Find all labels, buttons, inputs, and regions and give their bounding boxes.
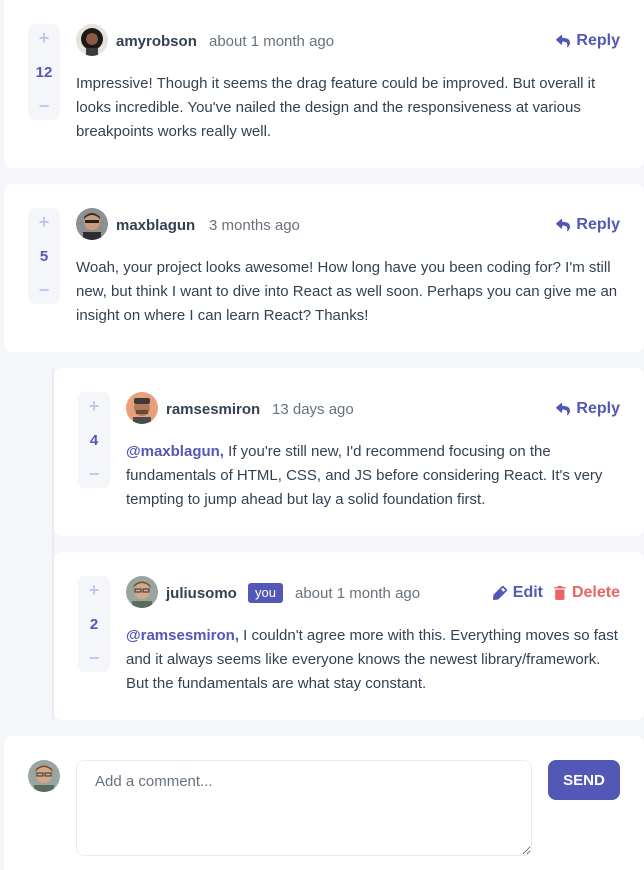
score: 5 [39,247,49,265]
timestamp: about 1 month ago [295,585,421,602]
comment-body: Woah, your project looks awesome! How lo… [76,259,618,324]
reply-label: Reply [576,32,620,49]
delete-label: Delete [571,584,620,601]
mention-link[interactable]: @maxblagun, [126,443,224,460]
reply-button[interactable]: Reply [556,400,620,418]
edit-button[interactable]: Edit [492,584,543,602]
pencil-icon [492,586,507,600]
trash-icon [553,586,566,600]
edit-label: Edit [512,584,543,601]
timestamp: 13 days ago [272,401,354,418]
score: 2 [89,615,99,633]
score: 4 [89,431,99,449]
comment-body: Impressive! Though it seems the drag fea… [76,75,596,140]
timestamp: about 1 month ago [209,33,335,50]
upvote-button[interactable]: + [89,397,100,415]
username[interactable]: ramsesmiron [166,401,260,418]
reply-icon [556,218,571,231]
comment-input[interactable] [76,760,532,856]
timestamp: 3 months ago [209,217,300,234]
reply-button[interactable]: Reply [556,216,620,234]
mention-link[interactable]: @ramsesmiron, [126,627,239,644]
reply-button[interactable]: Reply [556,32,620,50]
comment-composer: SEND [4,736,644,870]
send-button[interactable]: SEND [548,760,620,800]
current-user-avatar [28,760,60,792]
score: 12 [35,63,53,81]
username[interactable]: maxblagun [116,217,195,234]
downvote-button[interactable]: − [89,465,100,483]
you-badge: you [248,583,283,603]
avatar[interactable] [126,576,158,608]
upvote-button[interactable]: + [39,213,50,231]
downvote-button[interactable]: − [89,649,100,667]
downvote-button[interactable]: − [39,97,50,115]
reply-icon [556,402,571,415]
username[interactable]: juliusomo [166,585,237,602]
reply-icon [556,34,571,47]
upvote-button[interactable]: + [39,29,50,47]
username[interactable]: amyrobson [116,33,197,50]
comment-card: + 12 − amyrobson about 1 month ago Reply… [4,0,644,168]
vote-widget: + 4 − [78,392,110,488]
vote-widget: + 5 − [28,208,60,304]
reply-card: + 4 − ramsesmiron 13 days ago Reply @max… [54,368,644,536]
delete-button[interactable]: Delete [553,584,620,602]
comment-card: + 5 − maxblagun 3 months ago Reply Woah,… [4,184,644,352]
vote-widget: + 12 − [28,24,60,120]
reply-body: @maxblagun, If you're still new, I'd rec… [126,440,624,512]
reply-card: + 2 − juliusomo you about 1 month ago De… [54,552,644,720]
upvote-button[interactable]: + [89,581,100,599]
reply-body: @ramsesmiron, I couldn't agree more with… [126,624,624,696]
avatar[interactable] [126,392,158,424]
downvote-button[interactable]: − [39,281,50,299]
reply-label: Reply [576,216,620,233]
vote-widget: + 2 − [78,576,110,672]
avatar[interactable] [76,208,108,240]
reply-label: Reply [576,400,620,417]
avatar[interactable] [76,24,108,56]
